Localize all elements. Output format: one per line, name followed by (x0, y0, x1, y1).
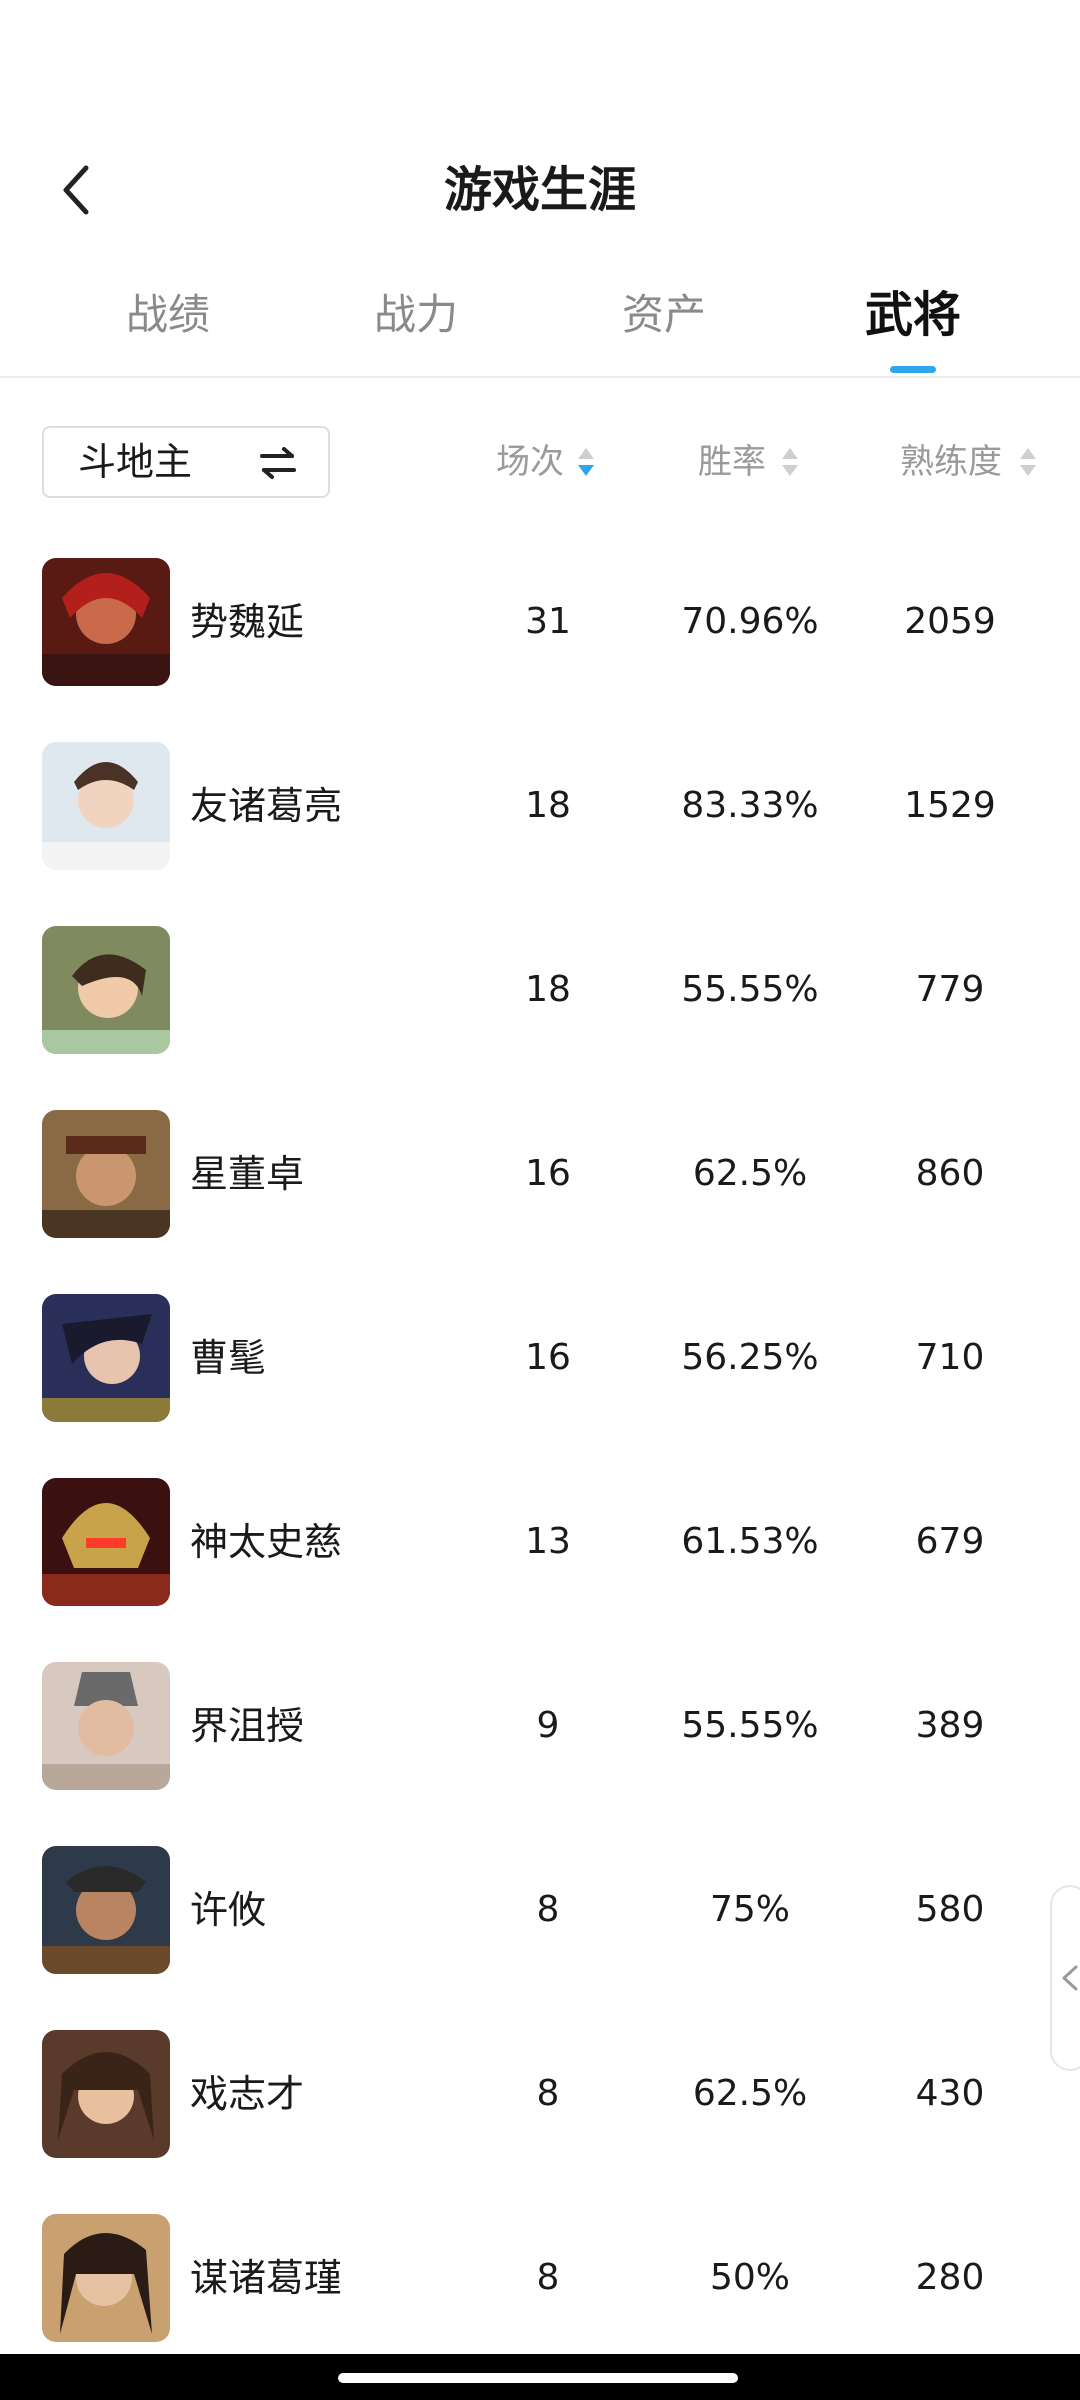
tab-assets[interactable]: 资产 (564, 270, 764, 370)
hero-games: 8 (536, 2257, 560, 2298)
page-title: 游戏生涯 (443, 162, 636, 218)
hero-games: 13 (525, 1521, 571, 1562)
tab-bar: 战绩 战力 资产 武将 (0, 270, 1080, 375)
sort-descending-icon (578, 448, 594, 476)
hero-win-rate: 83.33% (681, 785, 819, 826)
hero-proficiency: 430 (915, 2073, 985, 2114)
hero-name: 许攸 (190, 1888, 267, 1932)
hero-win-rate: 50% (709, 2257, 790, 2298)
mode-filter-label: 斗地主 (78, 440, 193, 484)
hero-name: 星董卓 (190, 1152, 305, 1196)
hero-proficiency: 779 (915, 969, 985, 1010)
hero-row[interactable]: 友诸葛亮 18 83.33% 1529 (0, 742, 1080, 926)
hero-row[interactable]: 许攸 8 75% 580 (0, 1846, 1080, 2030)
hero-row[interactable]: 界沮授 9 55.55% 389 (0, 1662, 1080, 1846)
hero-name: 谋诸葛瑾 (190, 2256, 343, 2300)
column-proficiency-header[interactable]: 熟练度 (900, 432, 1002, 492)
home-indicator[interactable] (338, 2373, 738, 2383)
hero-name: 友诸葛亮 (190, 784, 343, 828)
tab-power[interactable]: 战力 (316, 270, 516, 370)
hero-row[interactable]: 戏志才 8 62.5% 430 (0, 2030, 1080, 2214)
hero-win-rate: 55.55% (681, 1705, 819, 1746)
mode-filter-button[interactable]: 斗地主 (42, 426, 330, 498)
hero-games: 18 (525, 969, 571, 1010)
hero-win-rate: 75% (709, 1889, 790, 1930)
side-drawer-handle[interactable] (1050, 1885, 1080, 2071)
hero-win-rate: 62.5% (692, 2073, 808, 2114)
hero-games: 16 (525, 1337, 571, 1378)
column-games-label: 场次 (496, 442, 564, 482)
hero-games: 8 (536, 2073, 560, 2114)
hero-win-rate: 70.96% (681, 601, 819, 642)
hero-row[interactable]: 星董卓 16 62.5% 860 (0, 1110, 1080, 1294)
column-games-header[interactable]: 场次 (496, 432, 564, 492)
hero-name: 神太史慈 (190, 1520, 343, 1564)
sort-icon (782, 448, 798, 476)
hero-name: 曹髦 (190, 1336, 267, 1380)
column-winrate-header[interactable]: 胜率 (698, 432, 766, 492)
hero-portrait (42, 742, 170, 870)
hero-portrait (42, 558, 170, 686)
hero-row[interactable]: 神太史慈 13 61.53% 679 (0, 1478, 1080, 1662)
hero-games: 31 (525, 601, 571, 642)
hero-portrait (42, 2214, 170, 2342)
hero-portrait (42, 1846, 170, 1974)
hero-proficiency: 679 (915, 1521, 985, 1562)
divider (0, 376, 1080, 378)
tab-heroes[interactable]: 武将 (813, 270, 1013, 370)
hero-portrait (42, 1110, 170, 1238)
hero-portrait (42, 1662, 170, 1790)
hero-win-rate: 56.25% (681, 1337, 819, 1378)
hero-portrait (42, 1478, 170, 1606)
hero-games: 16 (525, 1153, 571, 1194)
swap-arrows-icon (260, 447, 296, 479)
hero-win-rate: 62.5% (692, 1153, 808, 1194)
hero-win-rate: 55.55% (681, 969, 819, 1010)
hero-row[interactable]: 势魏延 31 70.96% 2059 (0, 558, 1080, 742)
hero-portrait (42, 1294, 170, 1422)
active-tab-indicator (890, 366, 936, 373)
tab-record[interactable]: 战绩 (68, 270, 268, 370)
hero-proficiency: 2059 (904, 601, 996, 642)
hero-portrait (42, 926, 170, 1054)
sort-icon (1020, 448, 1036, 476)
hero-portrait (42, 2030, 170, 2158)
column-winrate-label: 胜率 (698, 442, 766, 482)
hero-proficiency: 389 (915, 1705, 985, 1746)
hero-games: 18 (525, 785, 571, 826)
hero-proficiency: 1529 (904, 785, 996, 826)
hero-row[interactable]: 18 55.55% 779 (0, 926, 1080, 1110)
hero-name: 界沮授 (190, 1704, 305, 1748)
hero-row[interactable]: 曹髦 16 56.25% 710 (0, 1294, 1080, 1478)
hero-proficiency: 580 (915, 1889, 985, 1930)
chevron-left-icon (1062, 1965, 1078, 1991)
hero-name: 势魏延 (190, 600, 305, 644)
hero-proficiency: 280 (915, 2257, 985, 2298)
hero-proficiency: 860 (915, 1153, 985, 1194)
column-proficiency-label: 熟练度 (900, 442, 1002, 482)
hero-win-rate: 61.53% (681, 1521, 819, 1562)
hero-games: 9 (536, 1705, 560, 1746)
hero-games: 8 (536, 1889, 560, 1930)
hero-name: 戏志才 (190, 2072, 305, 2116)
hero-proficiency: 710 (915, 1337, 985, 1378)
